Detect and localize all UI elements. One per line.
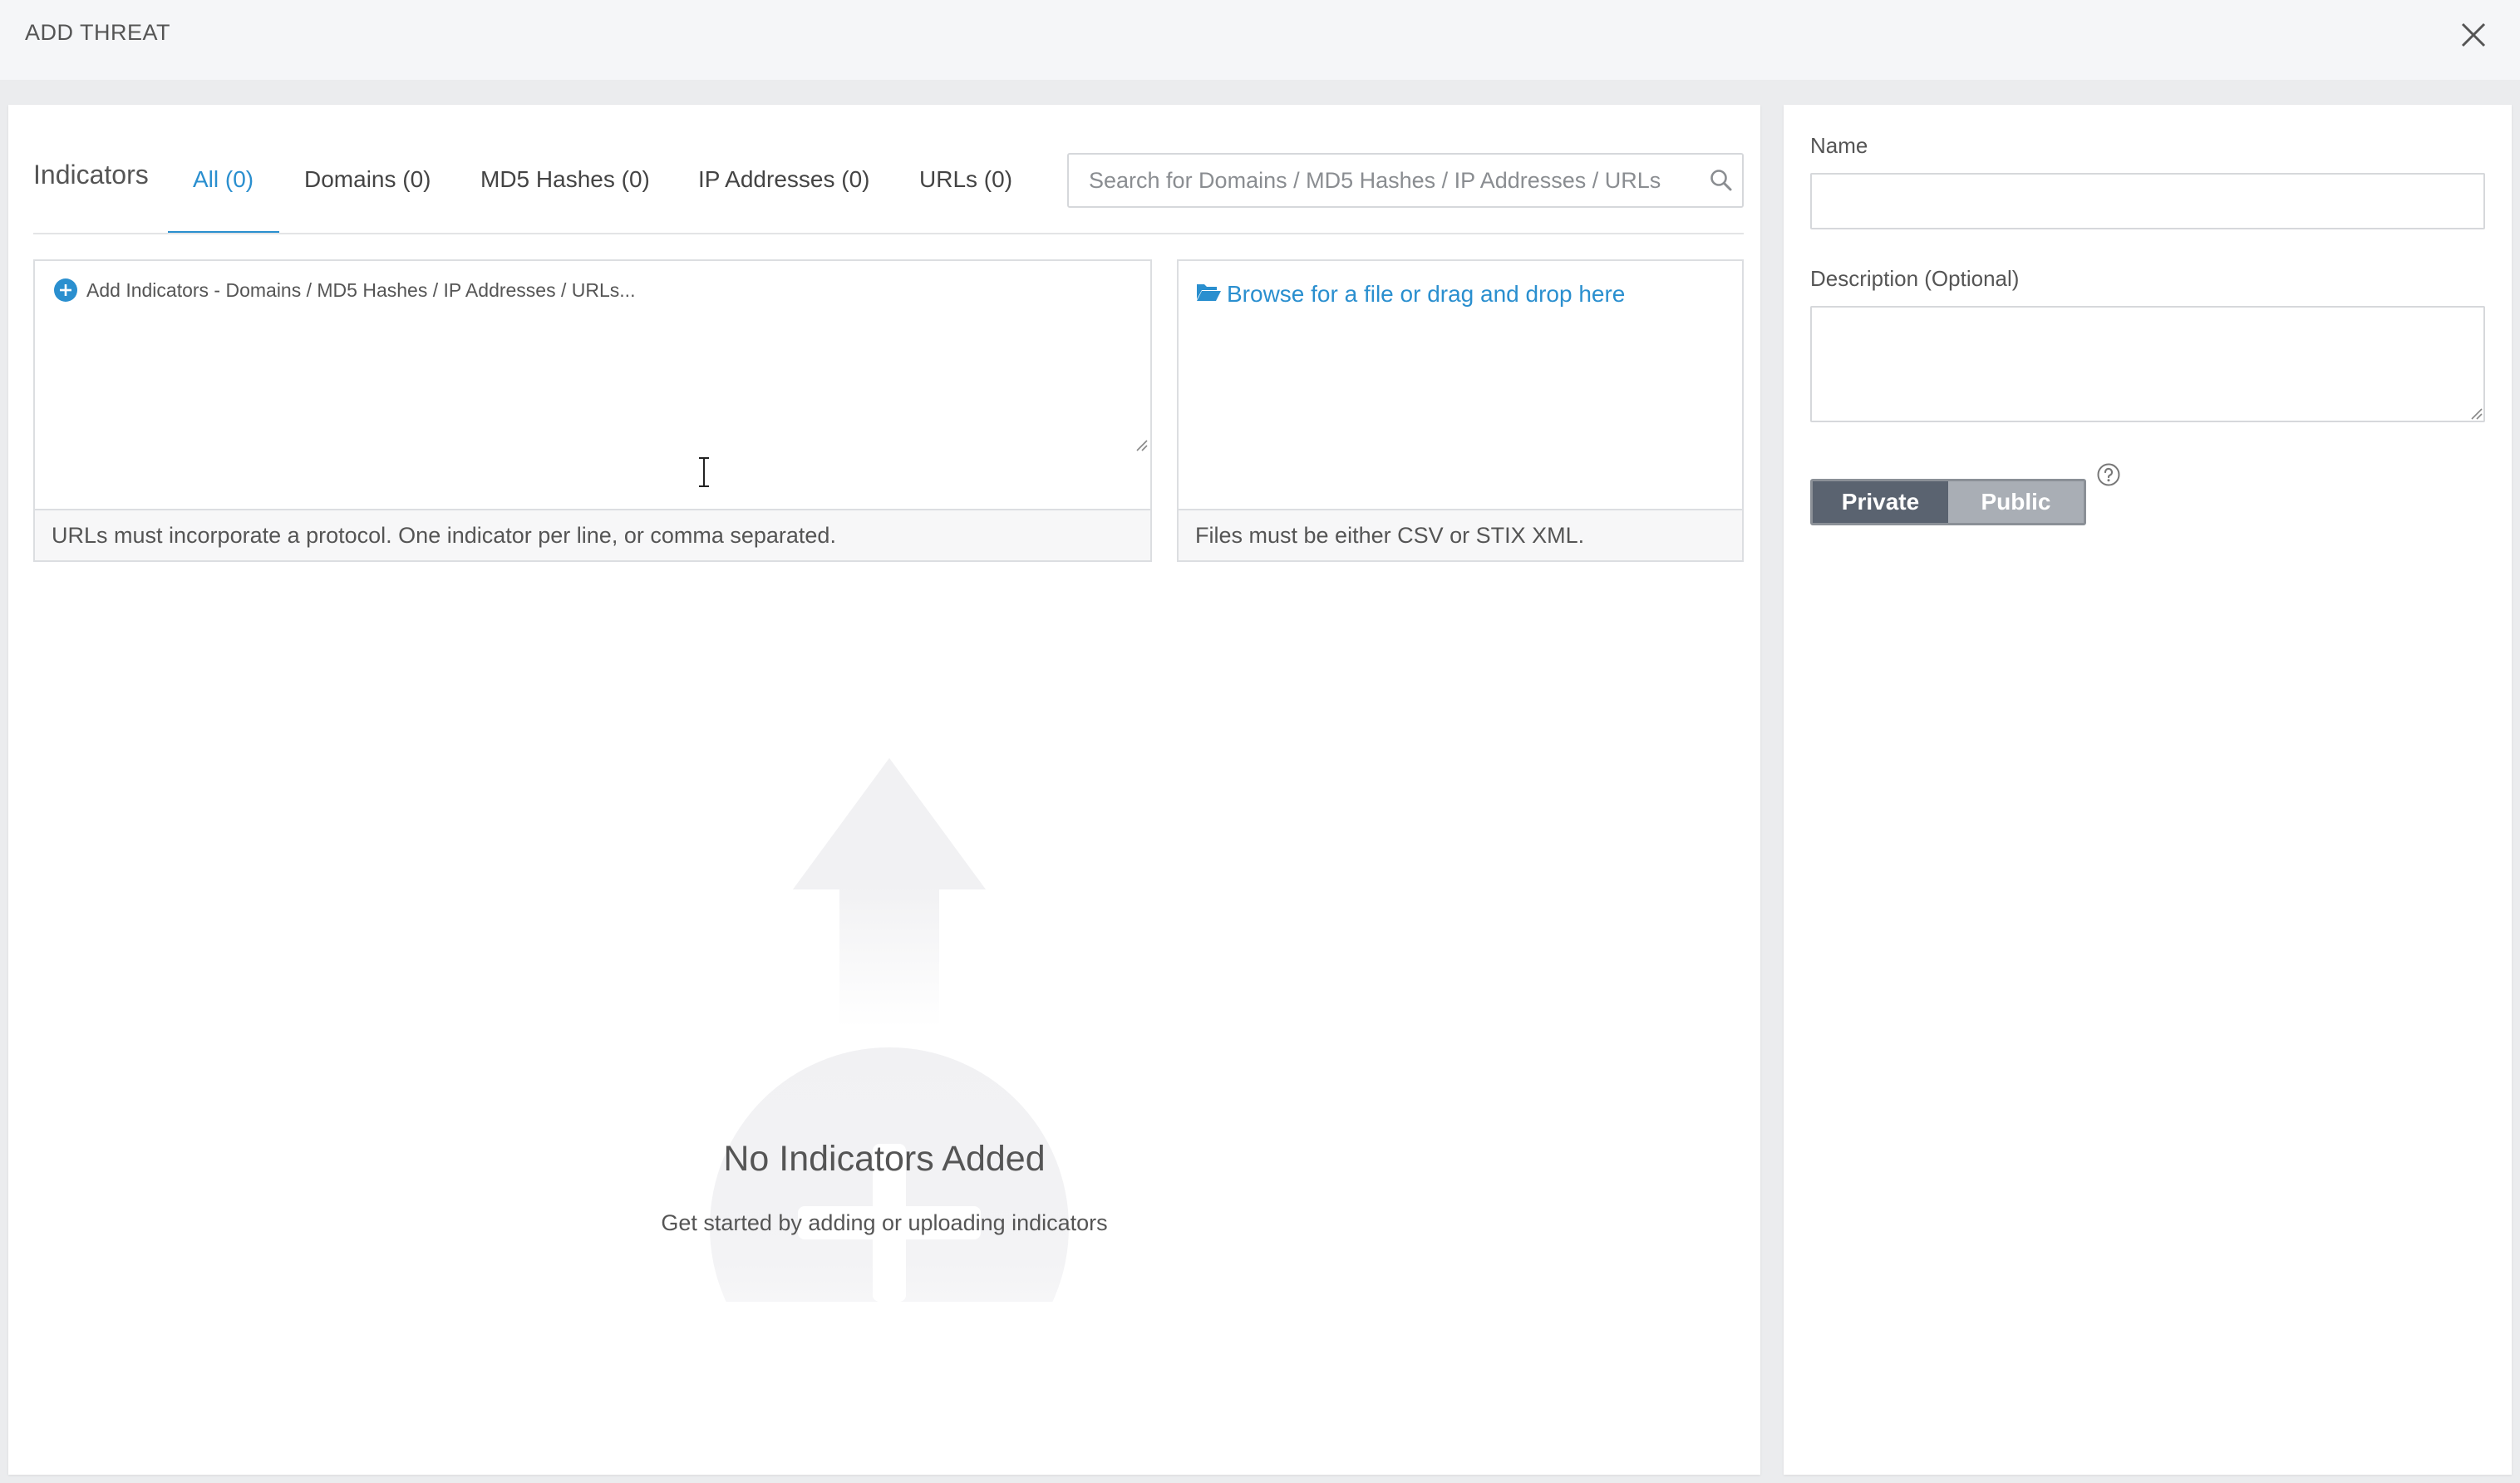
search-icon[interactable] — [1709, 168, 1734, 193]
file-drop-zone[interactable]: Browse for a file or drag and drop here — [1179, 261, 1742, 509]
empty-state-subtitle: Get started by adding or uploading indic… — [661, 1210, 1108, 1235]
tab-domains[interactable]: Domains (0) — [304, 166, 431, 193]
text-cursor-icon — [699, 457, 709, 487]
description-input[interactable] — [1810, 306, 2485, 422]
tab-md5-hashes[interactable]: MD5 Hashes (0) — [480, 166, 650, 193]
folder-open-icon — [1197, 284, 1221, 301]
description-label: Description (Optional) — [1810, 266, 2020, 291]
dialog-title: ADD THREAT — [25, 20, 171, 45]
empty-state-title: No Indicators Added — [723, 1139, 1046, 1179]
tab-urls[interactable]: URLs (0) — [919, 166, 1012, 193]
tabs-divider — [33, 233, 1744, 234]
tab-ip-addresses[interactable]: IP Addresses (0) — [698, 166, 869, 193]
dialog-header: ADD THREAT — [0, 0, 2520, 80]
file-upload-box: Browse for a file or drag and drop here … — [1177, 259, 1744, 562]
threat-details-panel: Name Description (Optional) Private Publ… — [1784, 105, 2512, 1475]
resize-grip-icon[interactable] — [1134, 437, 1149, 452]
public-option[interactable]: Public — [1948, 481, 2084, 523]
indicators-heading: Indicators — [33, 160, 149, 190]
name-label: Name — [1810, 133, 1868, 158]
indicators-panel: Indicators All (0) Domains (0) MD5 Hashe… — [8, 105, 1760, 1475]
visibility-toggle: Private Public — [1810, 479, 2086, 525]
indicator-textarea[interactable]: Add Indicators - Domains / MD5 Hashes / … — [35, 261, 1150, 509]
close-button[interactable] — [2457, 18, 2490, 52]
indicator-entry-box: Add Indicators - Domains / MD5 Hashes / … — [33, 259, 1152, 562]
plus-circle-icon — [54, 278, 77, 302]
browse-file-link[interactable]: Browse for a file or drag and drop here — [1227, 281, 1625, 308]
close-icon — [2461, 22, 2486, 47]
search-input[interactable] — [1069, 155, 1701, 206]
tab-all[interactable]: All (0) — [193, 166, 253, 193]
resize-grip-icon[interactable] — [2468, 406, 2483, 421]
file-hint: Files must be either CSV or STIX XML. — [1179, 509, 1742, 560]
search-box — [1067, 153, 1744, 208]
upload-illustration-icon — [710, 758, 1069, 1302]
private-option[interactable]: Private — [1813, 481, 1948, 523]
indicator-hint: URLs must incorporate a protocol. One in… — [35, 509, 1150, 560]
indicator-placeholder: Add Indicators - Domains / MD5 Hashes / … — [86, 279, 636, 301]
name-input[interactable] — [1810, 173, 2485, 229]
question-circle-icon[interactable] — [2096, 462, 2121, 487]
